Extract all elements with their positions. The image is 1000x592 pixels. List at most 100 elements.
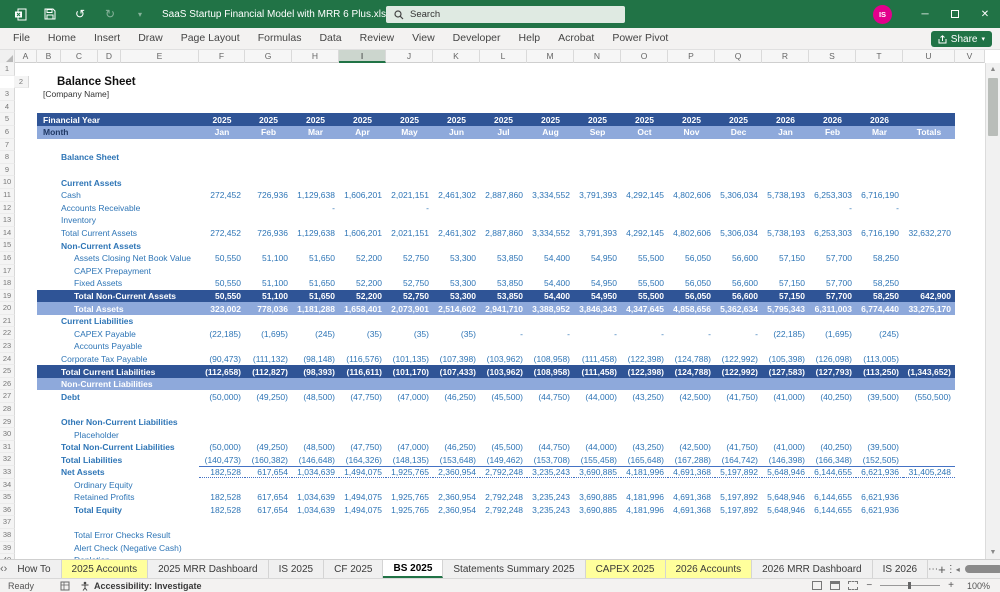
cell-v19[interactable]	[955, 290, 985, 303]
cell-v24[interactable]	[955, 353, 985, 366]
redo-icon[interactable]: ↻	[102, 6, 118, 22]
cell-v36[interactable]	[955, 504, 985, 517]
cell-b15[interactable]: Non-Current Assets	[37, 241, 199, 251]
cell-g11[interactable]: 726,936	[245, 190, 292, 200]
cell-g32[interactable]: (160,382)	[245, 455, 292, 465]
column-header-g[interactable]: G	[245, 50, 292, 63]
cell-h31[interactable]: (48,500)	[292, 442, 339, 452]
cell-s27[interactable]: (40,250)	[809, 392, 856, 402]
cell-r27[interactable]: (41,000)	[762, 392, 809, 402]
scroll-left-icon[interactable]: ◂	[956, 565, 960, 574]
row-header-6[interactable]: 6	[0, 125, 15, 139]
cell-g14[interactable]: 726,936	[245, 228, 292, 238]
cell-b10[interactable]: Current Assets	[37, 178, 199, 188]
cell-l18[interactable]: 53,850	[480, 278, 527, 288]
cell-s19[interactable]: 57,700	[809, 291, 856, 301]
column-header-o[interactable]: O	[621, 50, 668, 63]
cell-r5[interactable]: 2026	[762, 115, 809, 125]
cell-s18[interactable]: 57,700	[809, 278, 856, 288]
column-header-u[interactable]: U	[903, 50, 955, 63]
cell-p33[interactable]: 4,691,368	[668, 466, 715, 479]
sheet-tab-2026-mrr-dashboard[interactable]: 2026 MRR Dashboard	[752, 560, 873, 578]
row-header-35[interactable]: 35	[0, 491, 15, 504]
cell-b29[interactable]: Other Non-Current Liabilities	[37, 417, 199, 427]
zoom-in-icon[interactable]: +	[948, 580, 954, 591]
cell-p11[interactable]: 4,802,606	[668, 190, 715, 200]
menu-item-data[interactable]: Data	[310, 28, 350, 49]
cell-l35[interactable]: 2,792,248	[480, 492, 527, 502]
cell-n31[interactable]: (44,000)	[574, 442, 621, 452]
cell-a6[interactable]	[15, 126, 37, 139]
cell-g31[interactable]: (49,250)	[245, 442, 292, 452]
cell-a37[interactable]	[15, 516, 37, 529]
cell-f22[interactable]: (22,185)	[199, 329, 245, 339]
cell-k25[interactable]: (107,433)	[433, 367, 480, 377]
cell-r22[interactable]: (22,185)	[762, 329, 809, 339]
cell-j32[interactable]: (148,135)	[386, 455, 433, 465]
menu-item-help[interactable]: Help	[510, 28, 550, 49]
cell-h16[interactable]: 51,650	[292, 253, 339, 263]
cell-q31[interactable]: (41,750)	[715, 442, 762, 452]
accessibility-status[interactable]: Accessibility: Investigate	[94, 581, 202, 591]
cell-g27[interactable]: (49,250)	[245, 392, 292, 402]
cell-s22[interactable]: (1,695)	[809, 329, 856, 339]
cell-a10[interactable]	[15, 176, 37, 189]
cell-h19[interactable]: 51,650	[292, 291, 339, 301]
cell-g18[interactable]: 51,100	[245, 278, 292, 288]
menu-item-page-layout[interactable]: Page Layout	[172, 28, 249, 49]
cell-v10[interactable]	[955, 176, 985, 189]
cell-q18[interactable]: 56,600	[715, 278, 762, 288]
cell-n20[interactable]: 3,846,343	[574, 304, 621, 314]
cell-b13[interactable]: Inventory	[37, 215, 199, 225]
cell-k35[interactable]: 2,360,954	[433, 492, 480, 502]
cell-a35[interactable]	[15, 491, 37, 504]
cell-l19[interactable]: 53,850	[480, 291, 527, 301]
cell-a3[interactable]	[15, 88, 37, 101]
cell-m6[interactable]: Aug	[527, 127, 574, 137]
sheet-tab-2026-accounts[interactable]: 2026 Accounts	[665, 560, 753, 578]
page-break-view-icon[interactable]	[848, 581, 859, 590]
row-header-21[interactable]: 21	[0, 314, 15, 328]
cell-v20[interactable]	[955, 302, 985, 315]
cell-p19[interactable]: 56,050	[668, 291, 715, 301]
cell-i25[interactable]: (116,611)	[339, 367, 386, 377]
cell-o6[interactable]: Oct	[621, 127, 668, 137]
cell-n18[interactable]: 54,950	[574, 278, 621, 288]
column-header-a[interactable]: A	[15, 50, 37, 63]
row-header-31[interactable]: 31	[0, 440, 15, 454]
cell-h12[interactable]: -	[292, 203, 339, 213]
cell-b11[interactable]: Cash	[37, 190, 199, 200]
row-header-28[interactable]: 28	[0, 403, 15, 416]
cell-q19[interactable]: 56,600	[715, 291, 762, 301]
row-header-39[interactable]: 39	[0, 541, 15, 555]
cell-n16[interactable]: 54,950	[574, 253, 621, 263]
cell-t6[interactable]: Mar	[856, 127, 903, 137]
sheet-tab-2025-accounts[interactable]: 2025 Accounts	[61, 560, 149, 578]
avatar[interactable]: IS	[873, 4, 892, 24]
row-header-37[interactable]: 37	[0, 516, 15, 529]
row-header-38[interactable]: 38	[0, 528, 15, 542]
cell-a31[interactable]	[15, 441, 37, 454]
cell-n25[interactable]: (111,458)	[574, 367, 621, 377]
row-header-14[interactable]: 14	[0, 226, 15, 240]
cell-v25[interactable]	[955, 365, 985, 378]
cell-a22[interactable]	[15, 327, 37, 340]
more-sheets-icon[interactable]: ⋯	[928, 560, 938, 578]
cell-f32[interactable]: (140,473)	[199, 455, 245, 465]
row-header-12[interactable]: 12	[0, 201, 15, 215]
cell-r32[interactable]: (146,398)	[762, 455, 809, 465]
column-header-n[interactable]: N	[574, 50, 621, 63]
cell-t16[interactable]: 58,250	[856, 253, 903, 263]
cell-g25[interactable]: (112,827)	[245, 367, 292, 377]
cell-v11[interactable]	[955, 189, 985, 202]
cell-a24[interactable]	[15, 353, 37, 366]
cell-t12[interactable]: -	[856, 203, 903, 213]
cell-n6[interactable]: Sep	[574, 127, 621, 137]
cell-q35[interactable]: 5,197,892	[715, 492, 762, 502]
cell-h24[interactable]: (98,148)	[292, 354, 339, 364]
cell-a20[interactable]	[15, 302, 37, 315]
cell-n19[interactable]: 54,950	[574, 291, 621, 301]
cell-a7[interactable]	[15, 139, 37, 152]
cell-h14[interactable]: 1,129,638	[292, 228, 339, 238]
cell-q22[interactable]: -	[715, 329, 762, 339]
